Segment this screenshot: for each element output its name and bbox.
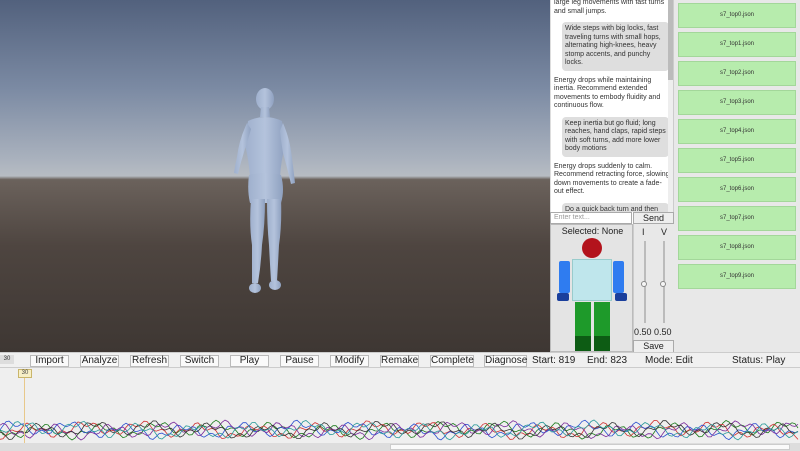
file-item[interactable]: s7_top8.json — [678, 235, 796, 260]
remake-button[interactable]: Remake — [380, 355, 419, 367]
chat-message-ai: large leg movements with fast turns and … — [554, 0, 665, 15]
chat-scrollbar-thumb[interactable] — [668, 0, 673, 80]
right-hand-part[interactable] — [615, 293, 627, 301]
refresh-button[interactable]: Refresh — [130, 355, 169, 367]
slider-v-label: V — [661, 227, 668, 237]
slider-i-value: 0.50 — [634, 327, 652, 337]
pause-button[interactable]: Pause — [280, 355, 319, 367]
status-text: Status: Play — [732, 355, 786, 366]
timeline[interactable]: 30 — [0, 367, 800, 451]
file-item[interactable]: s7_top1.json — [678, 32, 796, 57]
analyze-button[interactable]: Analyze — [80, 355, 119, 367]
file-item[interactable]: s7_top6.json — [678, 177, 796, 202]
chat-input[interactable]: Enter text... — [550, 212, 632, 224]
toolbar: Import Analyze Refresh Switch Play Pause… — [0, 352, 800, 367]
left-foot-part[interactable] — [575, 336, 591, 351]
chat-message-ai: Energy drops suddenly to calm. Recommend… — [554, 162, 670, 196]
end-frame-text: End: 823 — [587, 355, 628, 366]
frame-tag: 30 — [0, 355, 14, 364]
timeline-scrollbar-thumb[interactable] — [390, 444, 790, 450]
right-foot-part[interactable] — [594, 336, 610, 351]
chat-panel[interactable]: large leg movements with fast turns and … — [550, 0, 674, 212]
selected-label: Selected: None — [561, 226, 624, 236]
play-button[interactable]: Play — [230, 355, 269, 367]
file-item[interactable]: s7_top4.json — [678, 119, 796, 144]
file-list: s7_top0.json s7_top1.json s7_top2.json s… — [674, 0, 800, 352]
chat-message-user: Wide steps with big locks, fast travelin… — [562, 22, 669, 71]
left-arm-part[interactable] — [559, 261, 570, 293]
file-item[interactable]: s7_top5.json — [678, 148, 796, 173]
chat-message-user: Keep inertia but go fluid; long reaches,… — [562, 116, 669, 157]
file-item[interactable]: s7_top0.json — [678, 3, 796, 28]
file-item[interactable]: s7_top2.json — [678, 61, 796, 86]
send-button[interactable]: Send — [633, 212, 674, 224]
slider-panel: I V 0.50 0.50 — [633, 224, 674, 340]
complete-button[interactable]: Complete — [430, 355, 474, 367]
slider-v-value: 0.50 — [654, 327, 672, 337]
chat-message-user: Do a quick back turn and then shrink the… — [562, 202, 669, 212]
slider-v-handle[interactable] — [660, 281, 666, 287]
start-frame-text: Start: 819 — [532, 355, 576, 366]
import-button[interactable]: Import — [30, 355, 69, 367]
left-leg-part[interactable] — [575, 302, 591, 336]
file-item[interactable]: s7_top9.json — [678, 264, 796, 289]
3d-viewport[interactable] — [0, 0, 550, 352]
character-model — [234, 88, 295, 293]
playhead-line[interactable] — [24, 378, 25, 450]
file-item[interactable]: s7_top3.json — [678, 90, 796, 115]
right-arm-part[interactable] — [613, 261, 624, 293]
motion-curves — [0, 419, 799, 441]
diagnose-button[interactable]: Diagnose — [484, 355, 527, 367]
mode-text: Mode: Edit — [645, 355, 693, 366]
playhead-label[interactable]: 30 — [18, 369, 32, 378]
slider-i-label: I — [642, 227, 645, 237]
file-item[interactable]: s7_top7.json — [678, 206, 796, 231]
slider-i-handle[interactable] — [641, 281, 647, 287]
modify-button[interactable]: Modify — [330, 355, 369, 367]
right-leg-part[interactable] — [594, 302, 610, 336]
head-part[interactable] — [582, 238, 602, 258]
body-selection-panel: Selected: None — [550, 224, 633, 352]
switch-button[interactable]: Switch — [180, 355, 219, 367]
left-hand-part[interactable] — [557, 293, 569, 301]
torso-part[interactable] — [572, 259, 612, 301]
chat-message-ai: Energy drops while maintaining inertia. … — [554, 76, 661, 110]
chat-scrollbar[interactable] — [668, 0, 673, 212]
